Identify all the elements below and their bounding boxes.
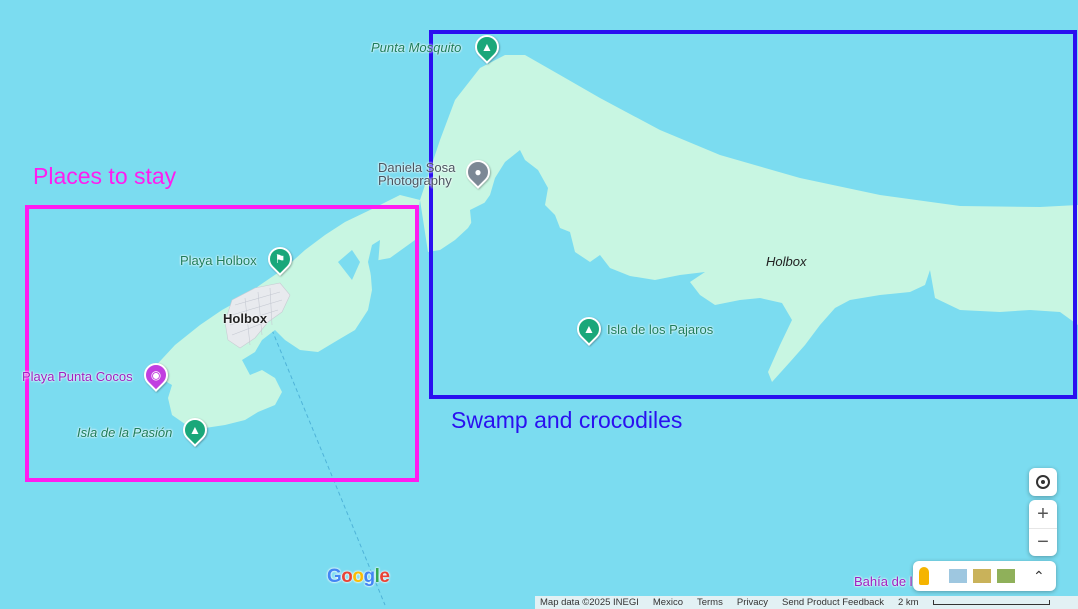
google-logo: Google [327, 566, 390, 587]
layers-control: ⌃ [913, 561, 1056, 591]
terms-link[interactable]: Terms [697, 597, 723, 608]
map-data-text: Map data ©2025 INEGI [540, 597, 639, 608]
scale-bar [932, 600, 1050, 605]
terrain-thumb[interactable] [973, 569, 991, 583]
daniela-sosa-line2: Photography [378, 173, 452, 188]
places-to-stay-box [25, 205, 419, 482]
bahia-label[interactable]: Bahía de l [854, 574, 913, 589]
punta-mosquito-label[interactable]: Punta Mosquito [371, 40, 461, 55]
satellite-thumb[interactable] [949, 569, 967, 583]
country-link[interactable]: Mexico [653, 597, 683, 608]
privacy-link[interactable]: Privacy [737, 597, 768, 608]
pegman-icon[interactable] [919, 567, 929, 585]
holbox-region-label: Holbox [766, 254, 807, 269]
map-footer: Map data ©2025 INEGI Mexico Terms Privac… [535, 596, 1078, 609]
isla-pajaros-label[interactable]: Isla de los Pajaros [607, 322, 713, 337]
zoom-control: + − [1029, 500, 1057, 556]
swamp-box [429, 30, 1077, 399]
isla-pasion-label[interactable]: Isla de la Pasión [77, 425, 172, 440]
playa-punta-cocos-label[interactable]: Playa Punta Cocos [22, 369, 133, 384]
swamp-label: Swamp and crocodiles [451, 407, 683, 433]
zoom-out-button[interactable]: − [1029, 529, 1057, 556]
holbox-town-label[interactable]: Holbox [223, 311, 267, 326]
places-to-stay-label: Places to stay [33, 163, 177, 189]
feedback-link[interactable]: Send Product Feedback [782, 597, 884, 608]
playa-holbox-label[interactable]: Playa Holbox [180, 253, 257, 268]
crosshair-icon [1036, 475, 1050, 489]
traffic-thumb[interactable] [997, 569, 1015, 583]
zoom-in-button[interactable]: + [1029, 500, 1057, 529]
daniela-sosa-label[interactable]: Daniela Sosa Photography [378, 161, 455, 187]
my-location-button[interactable] [1029, 468, 1057, 496]
scale-label[interactable]: 2 km [898, 597, 919, 608]
expand-icon[interactable]: ⌃ [1033, 568, 1045, 585]
